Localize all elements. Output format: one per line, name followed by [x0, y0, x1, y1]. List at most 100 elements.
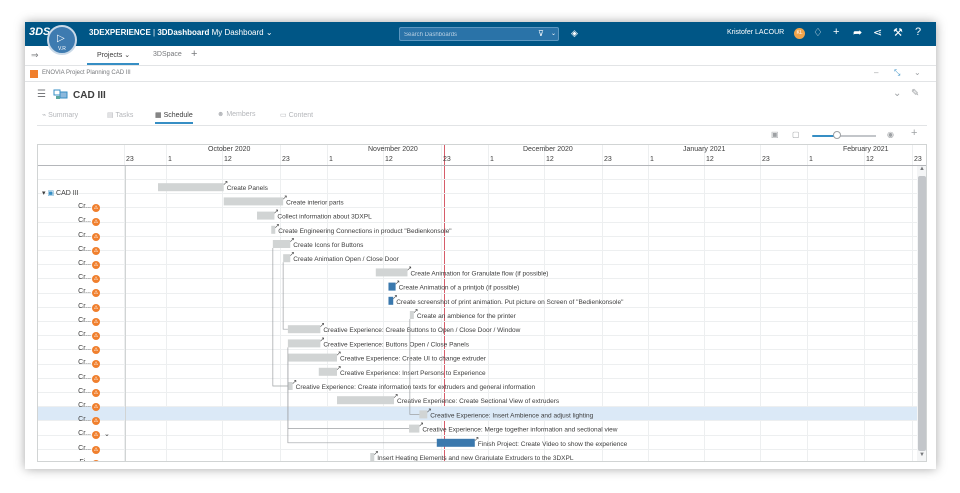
status-icon: ⚠: [92, 388, 100, 397]
user-avatar[interactable]: KL: [794, 28, 805, 39]
task-name[interactable]: Cr...: [78, 232, 91, 239]
project-title: CAD III: [73, 90, 106, 101]
task-name[interactable]: Cr...: [78, 416, 91, 423]
task-bar-label: Create Panels: [227, 185, 269, 192]
edit-icon[interactable]: ✎: [911, 88, 919, 99]
scroll-up-icon[interactable]: ▲: [919, 166, 925, 172]
enovia-app-icon: [30, 70, 38, 78]
task-name[interactable]: Cr...: [78, 374, 91, 381]
task-bar-label: Creative Experience: Create UI to change…: [340, 356, 487, 363]
task-name[interactable]: Cr...: [78, 331, 91, 338]
user-name[interactable]: Kristofer LACOUR: [727, 29, 784, 36]
task-name[interactable]: Cr...: [78, 260, 91, 267]
task-bar[interactable]: [287, 325, 321, 334]
status-icon: ⚠: [92, 275, 100, 284]
play-icon: ▷: [57, 33, 65, 44]
task-bar[interactable]: [436, 438, 475, 447]
task-name[interactable]: Cr...: [78, 246, 91, 253]
menu-icon[interactable]: ☰: [37, 89, 46, 100]
task-name[interactable]: Cr...: [78, 402, 91, 409]
vertical-scrollbar[interactable]: ▲ ▼: [917, 166, 926, 461]
tag-icon[interactable]: ◈: [571, 28, 578, 39]
add-tab-icon[interactable]: +: [191, 48, 197, 60]
task-bar[interactable]: [257, 211, 275, 220]
scroll-down-icon[interactable]: ▼: [919, 452, 925, 458]
task-name[interactable]: Fi...: [79, 459, 91, 461]
compass-icon[interactable]: ▷ V.R: [47, 25, 77, 55]
share-icon[interactable]: ➦: [853, 26, 862, 39]
widget-menu-icon[interactable]: ⌄: [914, 68, 921, 77]
task-bar-label: Create an ambience for the printer: [417, 313, 517, 320]
project-root-name[interactable]: ▾ ▣ CAD III: [42, 189, 79, 197]
project-header: ☰ CAD III ⌄ ✎: [25, 82, 936, 108]
task-bar-label: Creative Experience: Insert Ambience and…: [430, 412, 593, 419]
tab-schedule[interactable]: ▦ Schedule: [155, 111, 193, 124]
scrollbar-thumb[interactable]: [918, 176, 926, 451]
task-bar-label: Finish Project: Create Video to show the…: [478, 441, 628, 448]
status-icon: ⚠: [92, 374, 100, 383]
image-icon[interactable]: ▣: [771, 130, 779, 139]
add-icon[interactable]: +: [833, 26, 839, 38]
task-bar-label: Creative Experience: Merge together info…: [422, 427, 617, 434]
social-icon[interactable]: ⋖: [873, 26, 882, 39]
tools-icon[interactable]: ⚒: [893, 26, 903, 39]
task-bar[interactable]: [223, 197, 284, 206]
zoom-slider[interactable]: [812, 135, 876, 137]
notification-icon[interactable]: ♢: [813, 26, 823, 39]
status-icon: ⚠: [92, 459, 100, 461]
task-name[interactable]: Cr...: [78, 359, 91, 366]
task-bar-label: Create Animation of a printjob (if possi…: [399, 285, 520, 292]
task-bar[interactable]: [158, 183, 224, 192]
task-name[interactable]: Cr...: [78, 430, 91, 437]
task-name[interactable]: Cr...: [78, 203, 91, 210]
dependency-line: [282, 262, 288, 330]
task-name[interactable]: Cr...: [78, 445, 91, 452]
chevron-down-icon[interactable]: ⌄: [551, 30, 556, 37]
visibility-icon[interactable]: ◉: [887, 130, 894, 139]
status-icon: ⚠: [92, 204, 100, 213]
task-name[interactable]: Cr...: [78, 303, 91, 310]
task-bar-label: Create Animation for Granulate flow (if …: [410, 270, 548, 277]
project-icon: ▣: [47, 190, 57, 197]
help-icon[interactable]: ?: [915, 26, 921, 38]
filter-icon[interactable]: ⊽: [538, 29, 544, 38]
tab-summary[interactable]: ⌁ Summary: [42, 111, 78, 119]
export-icon[interactable]: ▢: [792, 130, 800, 139]
minimize-icon[interactable]: –: [874, 68, 878, 77]
task-name[interactable]: Cr...: [78, 345, 91, 352]
tab-members[interactable]: ☻ Members: [217, 111, 256, 118]
task-bar[interactable]: [287, 339, 321, 348]
status-icon: ⚠: [92, 360, 100, 369]
tab-projects[interactable]: Projects ⌄: [87, 46, 139, 65]
collapse-icon[interactable]: ⌄: [893, 88, 901, 99]
task-name[interactable]: Cr...: [78, 288, 91, 295]
tab-content[interactable]: ▭ Content: [280, 111, 313, 119]
status-icon: ⚠: [92, 445, 100, 454]
status-icon: ⚠: [92, 431, 100, 440]
task-bar[interactable]: [318, 367, 337, 376]
dependency-line: [272, 248, 288, 387]
tab-tasks[interactable]: ▤ Tasks: [107, 111, 133, 119]
task-bar[interactable]: [375, 268, 408, 277]
search-box[interactable]: ⊽ ⌄: [399, 27, 559, 41]
task-bar-label: Create Engineering Connections in produc…: [278, 228, 452, 235]
sidebar-toggle-icon[interactable]: ⇒: [31, 50, 39, 61]
task-bar[interactable]: [287, 353, 337, 362]
zoom-slider-handle[interactable]: [833, 131, 841, 139]
add-icon[interactable]: +: [911, 127, 917, 139]
search-input[interactable]: [404, 29, 524, 40]
schedule-toolbar: ▣ ▢ ◉ +: [25, 126, 936, 144]
row-menu-icon[interactable]: ⌄: [104, 430, 110, 438]
task-bar[interactable]: [336, 396, 395, 405]
task-name[interactable]: Cr...: [78, 274, 91, 281]
maximize-icon[interactable]: ⤡: [894, 68, 900, 78]
app-title[interactable]: 3DEXPERIENCE | 3DDashboard My Dashboard …: [89, 28, 273, 37]
tab-3dspace[interactable]: 3DSpace: [153, 51, 182, 58]
task-name[interactable]: Cr...: [78, 388, 91, 395]
status-icon: ⚠: [92, 303, 100, 312]
task-name[interactable]: Cr...: [78, 217, 91, 224]
status-icon: ⚠: [92, 261, 100, 269]
task-name[interactable]: Cr...: [78, 317, 91, 324]
task-bar-label: Creative Experience: Insert Persons to E…: [340, 370, 486, 377]
task-bar[interactable]: [272, 240, 291, 248]
